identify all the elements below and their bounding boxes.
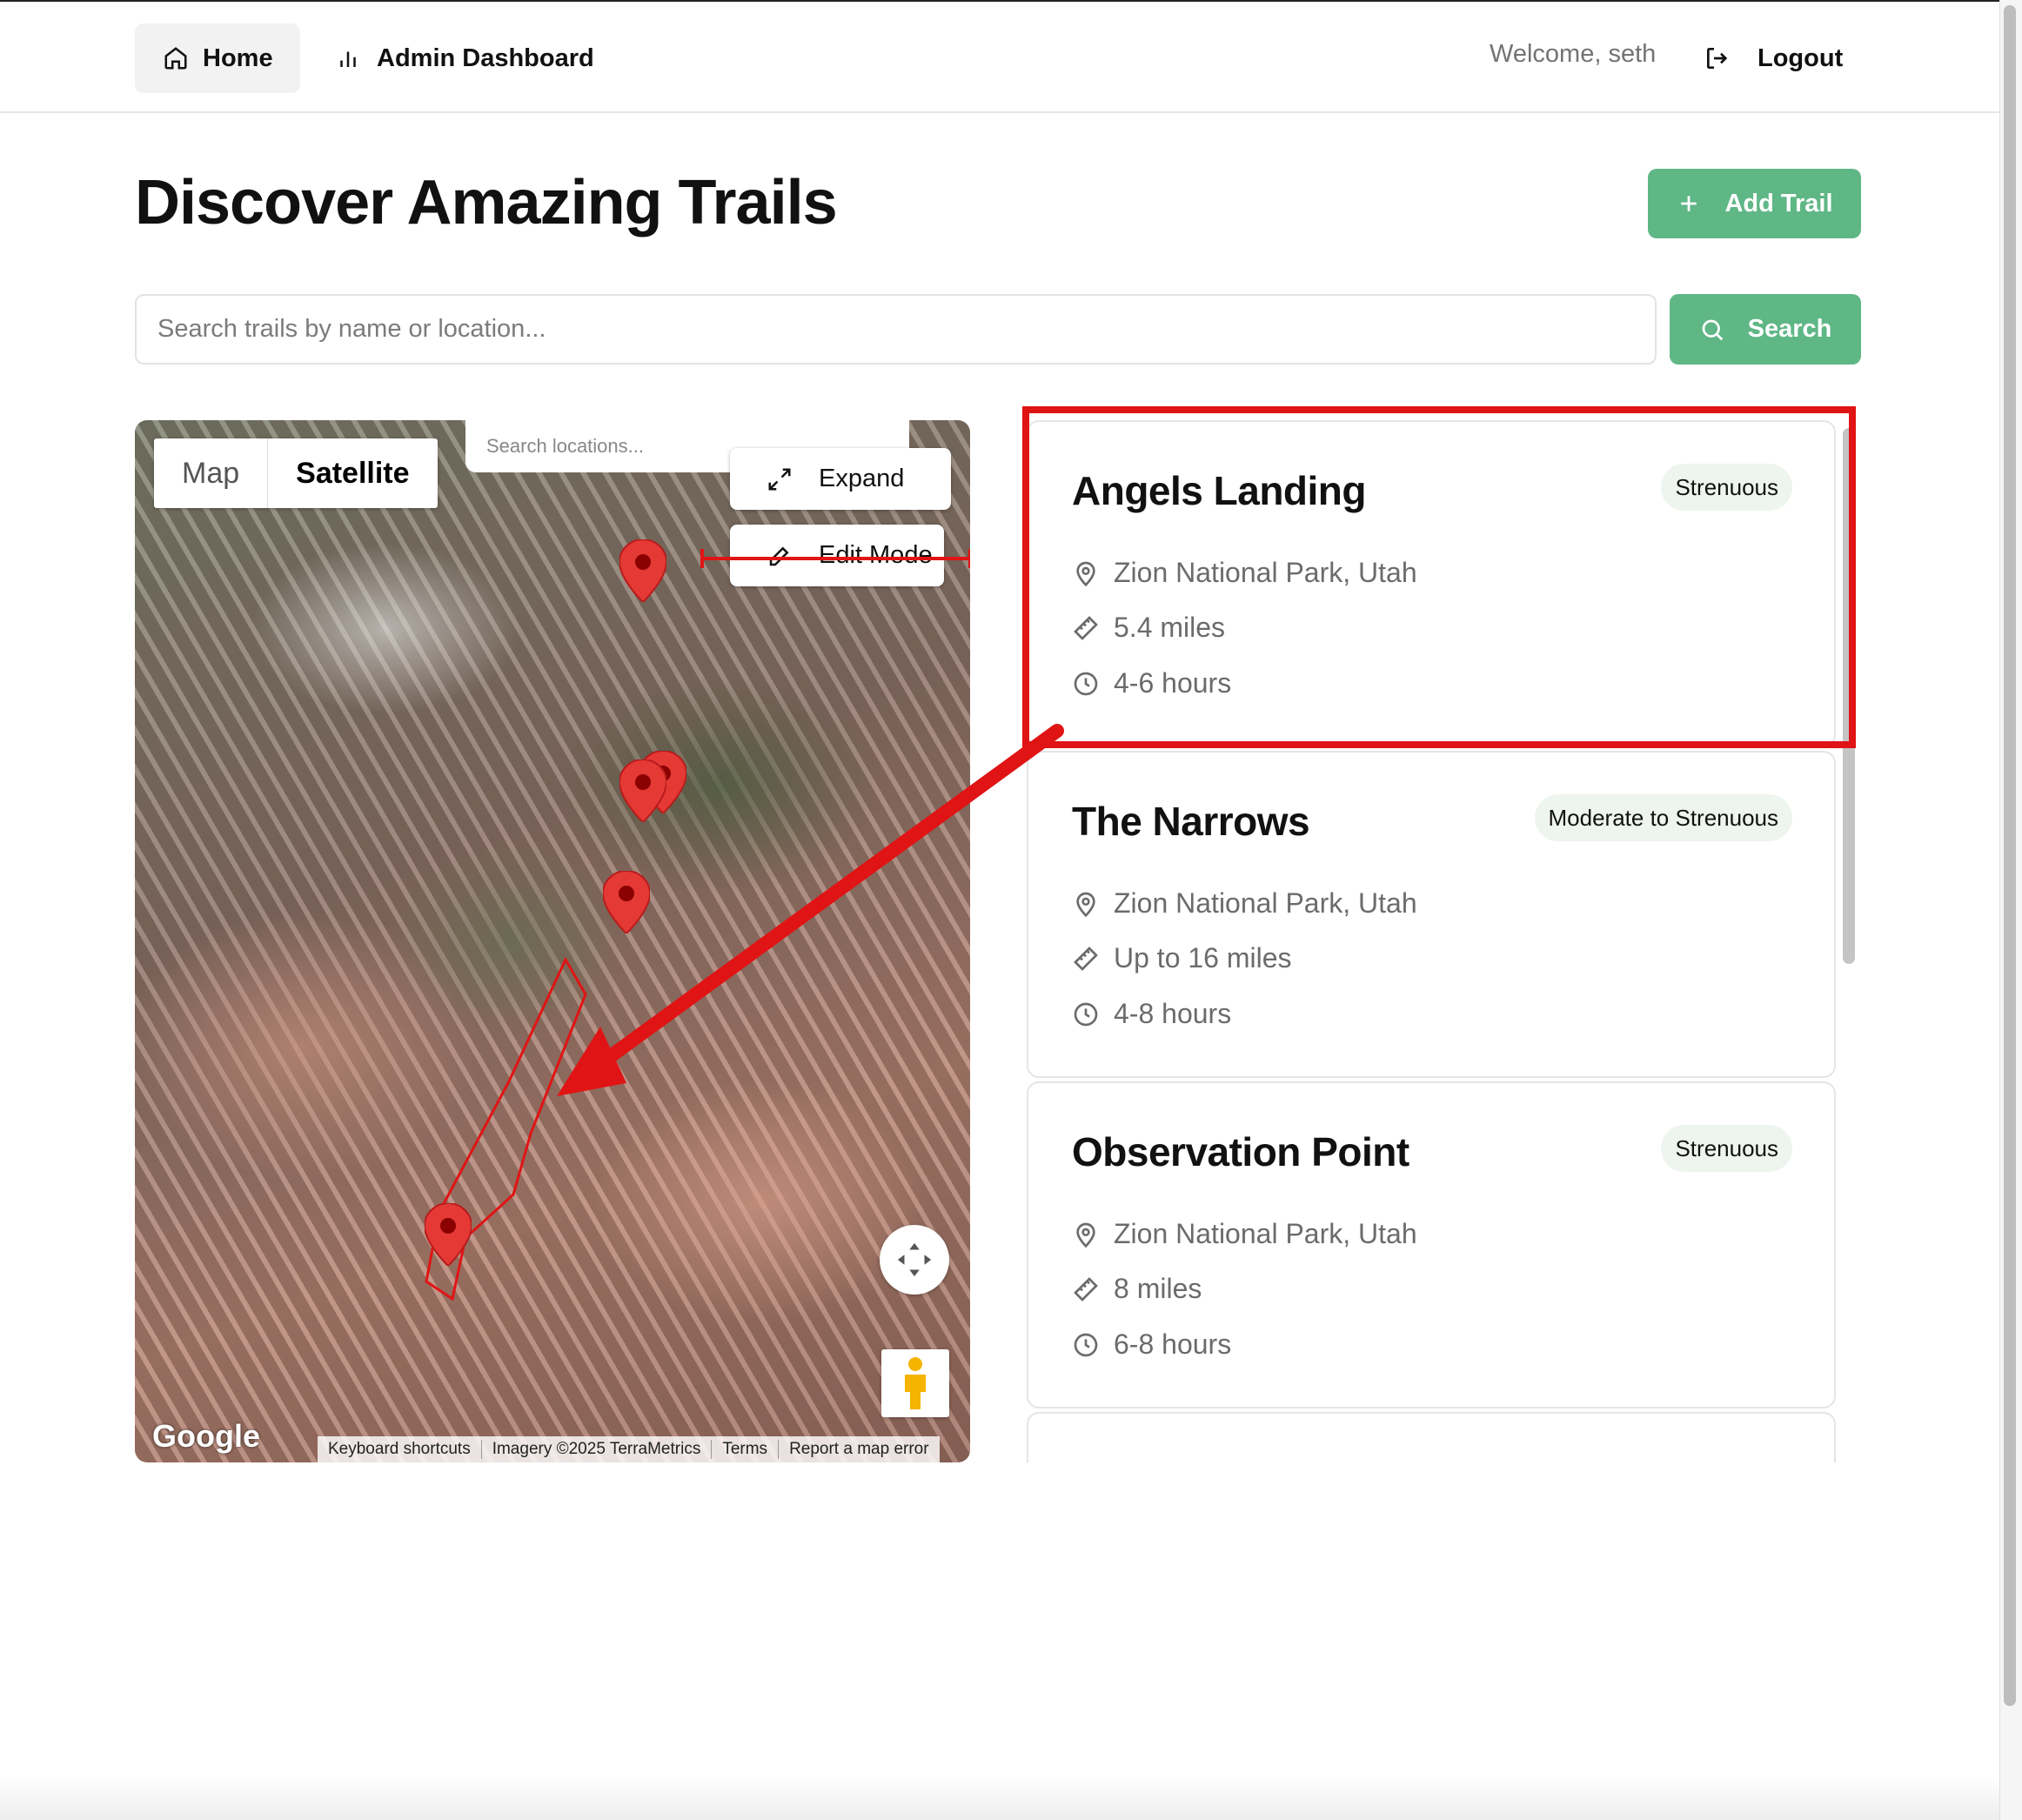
keyboard-shortcuts-link[interactable]: Keyboard shortcuts	[318, 1440, 482, 1459]
trail-location: Zion National Park, Utah	[1072, 1218, 1417, 1250]
difficulty-badge: Strenuous	[1661, 1125, 1792, 1172]
trail-name: Observation Point	[1072, 1129, 1409, 1174]
map-pin-icon[interactable]	[603, 871, 650, 933]
trail-card[interactable]: The Narrows Moderate to Strenuous Zion N…	[1027, 751, 1836, 1078]
map-pin-icon	[1076, 1222, 1095, 1248]
map-attribution: Keyboard shortcuts Imagery ©2025 TerraMe…	[318, 1436, 940, 1462]
search-button[interactable]: Search	[1670, 294, 1861, 365]
plus-icon	[1681, 196, 1697, 211]
imagery-credit: Imagery ©2025 TerraMetrics	[482, 1440, 713, 1459]
home-icon	[164, 47, 187, 70]
google-logo: Google	[152, 1418, 260, 1454]
trail-duration: 6-8 hours	[1072, 1328, 1231, 1361]
trail-card[interactable]	[1027, 1412, 1836, 1462]
trail-duration: 4-8 hours	[1072, 998, 1231, 1030]
map-pin-icon[interactable]	[619, 759, 666, 822]
top-navbar: Home Admin Dashboard Welcome, seth Logou…	[0, 0, 1999, 113]
add-trail-label: Add Trail	[1724, 189, 1833, 217]
annotation-highlight-box	[1022, 406, 1856, 748]
nav-home-label: Home	[203, 43, 273, 72]
map-pin-icon[interactable]	[619, 539, 666, 602]
report-map-error-link[interactable]: Report a map error	[779, 1440, 940, 1459]
logout-icon	[1707, 48, 1728, 69]
trail-location-text: Zion National Park, Utah	[1114, 887, 1417, 919]
trail-distance: Up to 16 miles	[1072, 942, 1292, 974]
trail-distance-text: 8 miles	[1114, 1273, 1202, 1304]
bar-chart-icon	[340, 51, 356, 67]
welcome-text: Welcome, seth	[1490, 40, 1657, 68]
trail-location-text: Zion National Park, Utah	[1114, 1218, 1417, 1249]
trail-distance-text: Up to 16 miles	[1114, 942, 1292, 974]
trail-route	[425, 956, 587, 1301]
terms-link[interactable]: Terms	[712, 1440, 780, 1459]
trail-location: Zion National Park, Utah	[1072, 887, 1417, 920]
nav-home-link[interactable]: Home	[135, 23, 300, 93]
trail-duration-text: 6-8 hours	[1114, 1328, 1232, 1360]
trail-duration-text: 4-8 hours	[1114, 998, 1232, 1029]
add-trail-button[interactable]: Add Trail	[1648, 169, 1861, 238]
nav-admin-label: Admin Dashboard	[377, 43, 594, 72]
recenter-button[interactable]	[880, 1225, 949, 1295]
clock-icon	[1074, 1333, 1098, 1356]
map-pin-icon[interactable]	[425, 1203, 472, 1266]
page-title: Discover Amazing Trails	[135, 168, 838, 238]
map-pin-icon	[1076, 892, 1095, 917]
search-icon	[1702, 319, 1723, 340]
bottom-edge	[0, 1775, 1999, 1820]
nav-admin-link[interactable]: Admin Dashboard	[335, 23, 594, 93]
difficulty-badge: Moderate to Strenuous	[1534, 794, 1792, 841]
trail-card[interactable]: Observation Point Strenuous Zion Nationa…	[1027, 1081, 1836, 1408]
street-view-pegman[interactable]	[881, 1349, 949, 1417]
satellite-map[interactable]: Map Satellite Search locations... Expand…	[135, 420, 970, 1462]
pegman-icon	[905, 1357, 926, 1409]
logout-button[interactable]: Logout	[1704, 23, 1843, 93]
trail-name: The Narrows	[1072, 799, 1310, 844]
ruler-icon	[1074, 1276, 1098, 1301]
clock-icon	[1074, 1002, 1098, 1026]
logout-label: Logout	[1758, 43, 1844, 72]
recenter-icon	[897, 1242, 932, 1277]
trail-distance: 8 miles	[1072, 1273, 1202, 1305]
trail-search-input[interactable]	[135, 294, 1657, 365]
search-button-label: Search	[1747, 315, 1832, 343]
ruler-icon	[1074, 946, 1098, 971]
page-scrollbar-thumb[interactable]	[2004, 5, 2016, 1706]
